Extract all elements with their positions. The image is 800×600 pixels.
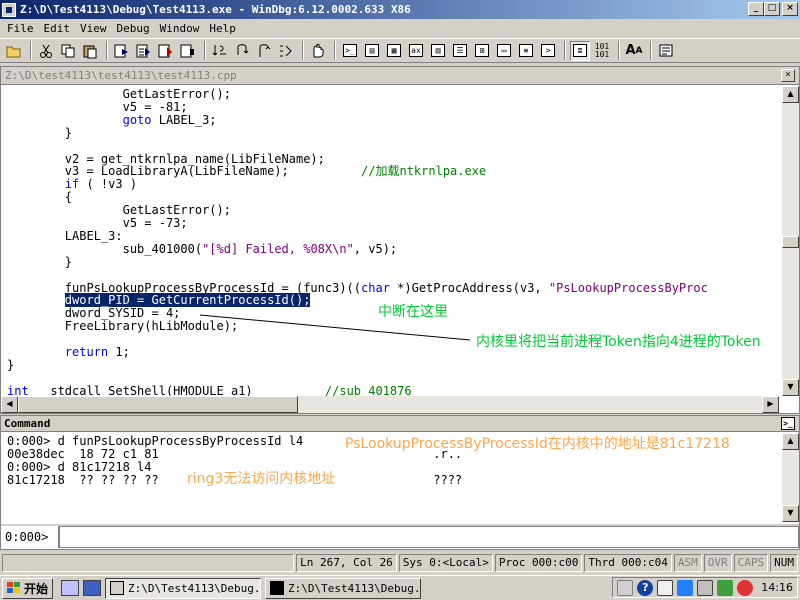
scroll-up-icon[interactable]: ▲	[782, 433, 799, 450]
show-desktop-icon[interactable]	[61, 580, 80, 596]
status-thrd: Thrd 000:c04	[584, 554, 672, 572]
quick-launch-icon[interactable]	[83, 580, 102, 596]
clock[interactable]: 14:16	[761, 581, 793, 594]
start-button[interactable]: 开始	[2, 577, 54, 599]
start-label: 开始	[24, 581, 49, 596]
address-annotation: PsLookupProcessByProcessId在内核中的地址是81c172…	[345, 436, 730, 452]
command-title-label: Command	[4, 417, 51, 430]
help-icon[interactable]: ?	[637, 579, 654, 596]
scroll-down-icon[interactable]: ▼	[782, 505, 799, 522]
task-label: Z:\D\Test4113\Debug...	[288, 581, 422, 595]
taskbar-item-console[interactable]: Z:\D\Test4113\Debug...	[265, 577, 422, 599]
status-caps: CAPS	[733, 554, 769, 572]
breakpoint-annotation: 中断在这里	[378, 304, 448, 320]
command-window-icon[interactable]: >_	[781, 417, 795, 430]
status-num: NUM	[770, 554, 798, 572]
windows-logo-icon	[7, 582, 21, 594]
status-ovr: OVR	[703, 554, 732, 572]
vm-icon[interactable]	[677, 579, 694, 596]
status-asm: ASM	[673, 554, 702, 572]
ring3-annotation: ring3无法访问内核地址	[187, 471, 336, 487]
status-sys: Sys 0:<Local>	[398, 554, 493, 572]
taskbar-item-windbg[interactable]: Z:\D\Test4113\Debug...	[105, 577, 262, 599]
command-prompt: 0:000>	[1, 526, 59, 548]
taskbar: 开始 Z:\D\Test4113\Debug... Z:\D\Test4113\…	[0, 575, 800, 600]
console-task-icon	[270, 581, 285, 595]
network-icon[interactable]	[657, 579, 674, 596]
command-vertical-scrollbar[interactable]: ▲ ▼	[782, 433, 799, 522]
status-proc: Proc 000:c00	[494, 554, 583, 572]
task-label: Z:\D\Test4113\Debug...	[128, 581, 262, 595]
command-window-title: Command >_	[1, 416, 799, 432]
shield-icon[interactable]	[697, 579, 714, 596]
volume-icon[interactable]	[717, 579, 734, 596]
keyboard-icon[interactable]	[617, 579, 634, 596]
security-alert-icon[interactable]	[737, 579, 754, 596]
command-input[interactable]	[59, 526, 799, 548]
status-position: Ln 267, Col 26	[296, 554, 397, 572]
windbg-task-icon	[110, 581, 125, 595]
status-bar: Ln 267, Col 26 Sys 0:<Local> Proc 000:c0…	[0, 553, 800, 573]
system-tray: ? 14:16	[612, 577, 798, 598]
token-annotation: 内核里将把当前进程Token指向4进程的Token	[476, 334, 761, 350]
status-message	[2, 554, 295, 572]
command-input-row: 0:000>	[1, 524, 799, 548]
